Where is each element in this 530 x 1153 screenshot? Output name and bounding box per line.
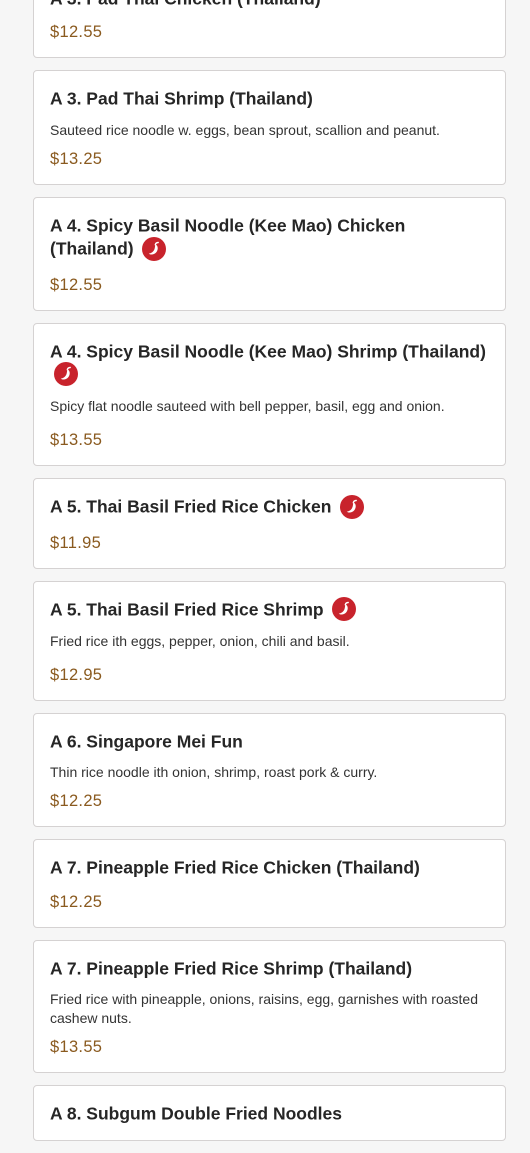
menu-item-card[interactable]: A 8. Subgum Double Fried Noodles — [33, 1085, 506, 1141]
menu-item-description: Sauteed rice noodle w. eggs, bean sprout… — [50, 121, 440, 138]
menu-item-name: A 5. Thai Basil Fried Rice Chicken — [50, 496, 332, 517]
menu-item-name: A 4. Spicy Basil Noodle (Kee Mao) Shrimp… — [50, 340, 486, 361]
menu-item-card[interactable]: A 5. Thai Basil Fried Rice Shrimp Fried … — [33, 580, 506, 701]
menu-item-price: $13.55 — [50, 1038, 103, 1057]
menu-item-price: $12.55 — [50, 275, 103, 294]
chili-pepper-icon — [332, 597, 357, 621]
menu-item-name: A 3. Pad Thai Chicken (Thailand) — [50, 0, 321, 8]
menu-item-price: $12.25 — [50, 792, 103, 811]
menu-item-price: $11.95 — [50, 533, 102, 552]
menu-item-name-row: A 7. Pineapple Fried Rice Chicken (Thail… — [50, 855, 489, 878]
menu-item-price: $12.55 — [50, 23, 103, 42]
menu-item-name: A 3. Pad Thai Shrimp (Thailand) — [50, 88, 313, 109]
menu-item-description: Fried rice with pineapple, onions, raisi… — [50, 991, 479, 1027]
menu-item-card[interactable]: A 5. Thai Basil Fried Rice Chicken $11.9… — [33, 478, 506, 569]
menu-item-price: $12.95 — [50, 666, 103, 684]
menu-item-name-row: A 3. Pad Thai Shrimp (Thailand) — [50, 86, 489, 109]
menu-item-card[interactable]: A 7. Pineapple Fried Rice Chicken (Thail… — [33, 839, 506, 928]
menu-item-card[interactable]: A 4. Spicy Basil Noodle (Kee Mao) Shrimp… — [33, 322, 506, 467]
menu-item-name: A 4. Spicy Basil Noodle (Kee Mao) Chicke… — [50, 215, 406, 259]
menu-item-price: $12.25 — [50, 892, 103, 911]
menu-item-name: A 5. Thai Basil Fried Rice Shrimp — [50, 599, 324, 619]
menu-item-description: Thin rice noodle ith onion, shrimp, roas… — [50, 764, 378, 781]
menu-item-name: A 7. Pineapple Fried Rice Chicken (Thail… — [50, 857, 420, 878]
menu-item-name-row: A 7. Pineapple Fried Rice Shrimp (Thaila… — [50, 956, 489, 979]
menu-item-description: Fried rice ith eggs, pepper, onion, chil… — [50, 633, 350, 649]
chili-pepper-icon — [54, 362, 78, 387]
menu-item-name-row: A 4. Spicy Basil Noodle (Kee Mao) Shrimp… — [50, 339, 489, 387]
menu-item-card[interactable]: A 4. Spicy Basil Noodle (Kee Mao) Chicke… — [33, 196, 506, 311]
menu-item-list: A 3. Pad Thai Chicken (Thailand) $12.55 … — [33, 0, 506, 1153]
menu-item-card[interactable]: A 6. Singapore Mei Fun Thin rice noodle … — [33, 713, 506, 828]
menu-item-name: A 7. Pineapple Fried Rice Shrimp (Thaila… — [50, 958, 413, 979]
chili-pepper-icon — [340, 494, 365, 519]
menu-item-card[interactable]: A 7. Pineapple Fried Rice Shrimp (Thaila… — [33, 939, 506, 1074]
menu-item-price: $13.25 — [50, 149, 103, 168]
chili-pepper-icon — [142, 236, 167, 261]
menu-item-name-row: A 5. Thai Basil Fried Rice Shrimp — [50, 597, 489, 621]
menu-item-price: $13.55 — [50, 431, 103, 450]
menu-item-name-row: A 5. Thai Basil Fried Rice Chicken — [50, 494, 489, 519]
menu-item-description: Spicy flat noodle sauteed with bell pepp… — [50, 398, 445, 415]
menu-item-name-row: A 4. Spicy Basil Noodle (Kee Mao) Chicke… — [50, 213, 489, 261]
menu-item-name-row: A 6. Singapore Mei Fun — [50, 729, 489, 752]
menu-item-name: A 6. Singapore Mei Fun — [50, 731, 243, 752]
menu-item-card[interactable]: A 3. Pad Thai Chicken (Thailand) $12.55 — [33, 0, 506, 59]
menu-item-name-row: A 3. Pad Thai Chicken (Thailand) — [50, 0, 489, 9]
menu-item-card[interactable]: A 3. Pad Thai Shrimp (Thailand) Sauteed … — [33, 70, 506, 185]
